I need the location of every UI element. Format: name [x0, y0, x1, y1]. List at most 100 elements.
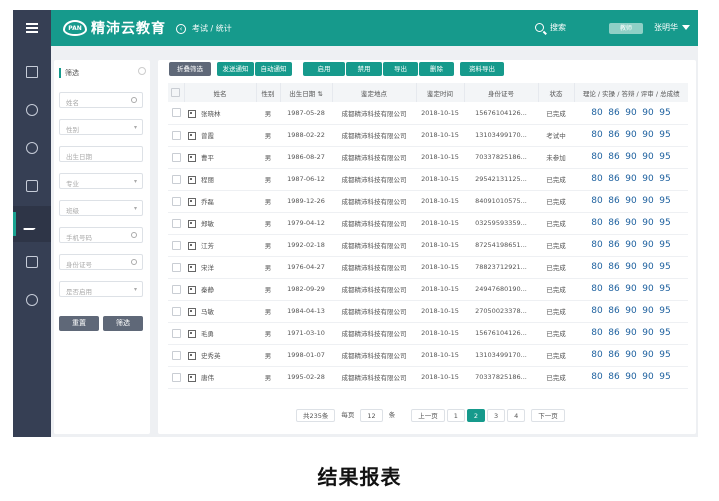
page-4[interactable]: 4 [507, 409, 526, 422]
top-search[interactable]: 搜索 [535, 22, 566, 33]
row-checkbox-cell[interactable] [168, 212, 184, 235]
nav-settings[interactable] [13, 282, 51, 318]
row-checkbox-cell[interactable] [168, 234, 184, 257]
row-checkbox[interactable] [171, 240, 181, 250]
row-checkbox-cell[interactable] [168, 102, 184, 125]
row-checkbox[interactable] [171, 152, 181, 162]
qr-code-icon[interactable] [188, 330, 196, 338]
table-row[interactable]: 马敏 男 1984-04-13 成都精沛科技有限公司 2018-10-15 2705002… [168, 300, 688, 323]
auto-notice-button[interactable]: 自动通知 [255, 62, 292, 76]
row-checkbox[interactable] [171, 130, 181, 140]
nav-user[interactable] [13, 92, 51, 128]
table-row[interactable]: 乔磊 男 1989-12-26 成都精沛科技有限公司 2018-10-15 8409101… [168, 190, 688, 213]
table-row[interactable]: 程丽 男 1987-06-12 成都精沛科技有限公司 2018-10-15 2954213… [168, 168, 688, 191]
qr-code-icon[interactable] [188, 374, 196, 382]
row-checkbox[interactable] [171, 174, 181, 184]
phone-field[interactable]: 手机号码 [59, 227, 143, 243]
row-checkbox-cell[interactable] [168, 124, 184, 147]
table-row[interactable]: 史秀英 男 1998-01-07 成都精沛科技有限公司 2018-10-15 131034… [168, 344, 688, 367]
row-checkbox-cell[interactable] [168, 366, 184, 389]
table-row[interactable]: 宋洋 男 1976-04-27 成都精沛科技有限公司 2018-10-15 7882371… [168, 256, 688, 279]
qr-code-icon[interactable] [188, 154, 196, 162]
nav-edit[interactable] [13, 206, 51, 242]
table-row[interactable]: 郑敏 男 1979-04-12 成都精沛科技有限公司 2018-10-15 0325959… [168, 212, 688, 235]
row-checkbox[interactable] [171, 218, 181, 228]
qr-code-icon[interactable] [188, 198, 196, 206]
header-birth[interactable]: 出生日期 ⇅ [280, 83, 333, 102]
table-row[interactable]: 秦静 男 1982-09-29 成都精沛科技有限公司 2018-10-15 2494768… [168, 278, 688, 301]
qr-code-icon[interactable] [188, 242, 196, 250]
menu-button[interactable] [13, 10, 51, 46]
page-2[interactable]: 2 [466, 409, 485, 422]
qr-code-icon[interactable] [188, 264, 196, 272]
row-checkbox[interactable] [171, 108, 181, 118]
table-row[interactable]: 曾霞 男 1988-02-22 成都精沛科技有限公司 2018-10-15 1310349… [168, 124, 688, 147]
row-checkbox[interactable] [171, 306, 181, 316]
table-row[interactable]: 曹平 男 1986-08-27 成都精沛科技有限公司 2018-10-15 7033782… [168, 146, 688, 169]
delete-button[interactable]: 删除 [419, 62, 454, 76]
name-field[interactable]: 姓名 [59, 92, 143, 108]
collapse-filter-button[interactable]: 折叠筛选 [169, 62, 211, 76]
field-placeholder: 班级 [66, 207, 79, 215]
birth-cell: 1989-12-26 [280, 190, 332, 213]
next-page-button[interactable]: 下一页 [531, 409, 565, 422]
prev-page-button[interactable]: 上一页 [411, 409, 445, 422]
row-checkbox-cell[interactable] [168, 300, 184, 323]
user-menu[interactable]: 张明华 [654, 22, 690, 33]
class-select[interactable]: 班级 ▾ [59, 200, 143, 216]
nav-message[interactable] [13, 244, 51, 280]
row-checkbox[interactable] [171, 328, 181, 338]
qr-code-icon[interactable] [188, 220, 196, 228]
row-checkbox[interactable] [171, 284, 181, 294]
row-checkbox[interactable] [171, 372, 181, 382]
filter-button[interactable]: 筛选 [103, 316, 143, 331]
qr-code-icon[interactable] [188, 176, 196, 184]
reset-button[interactable]: 重置 [59, 316, 99, 331]
per-page-label: 每页 [337, 409, 359, 422]
enabled-select[interactable]: 是否启用 ▾ [59, 281, 143, 297]
page-3[interactable]: 3 [486, 409, 506, 422]
nav-document[interactable] [13, 168, 51, 204]
qr-code-icon[interactable] [188, 352, 196, 360]
row-checkbox-cell[interactable] [168, 168, 184, 191]
table-row[interactable]: 毛勇 男 1971-03-10 成都精沛科技有限公司 2018-10-15 1567610… [168, 322, 688, 345]
row-checkbox-cell[interactable] [168, 190, 184, 213]
qr-code-icon[interactable] [188, 308, 196, 316]
per-page-input[interactable]: 12 [360, 409, 383, 422]
back-icon[interactable]: ‹ [176, 23, 186, 34]
help-icon[interactable] [138, 67, 146, 75]
gender-select[interactable]: 性别 ▾ [59, 119, 143, 135]
row-checkbox-cell[interactable] [168, 322, 184, 345]
table-row[interactable]: 江芳 男 1992-02-18 成都精沛科技有限公司 2018-10-15 8725419… [168, 234, 688, 257]
major-select[interactable]: 专业 ▾ [59, 173, 143, 189]
row-checkbox-cell[interactable] [168, 278, 184, 301]
sort-icon[interactable]: ⇅ [317, 90, 322, 98]
birth-date-field[interactable]: 出生日期 [59, 146, 143, 162]
id-number-field[interactable]: 身份证号 [59, 254, 143, 270]
row-checkbox-cell[interactable] [168, 146, 184, 169]
qr-code-icon[interactable] [188, 109, 196, 118]
scores-cell: 80 86 90 90 95 [574, 366, 688, 389]
table-row[interactable]: 张晓林 男 1987-05-28 成都精沛科技有限公司 2018-10-15 156761… [168, 102, 688, 125]
student-name: 张晓林 [201, 109, 221, 118]
row-checkbox-cell[interactable] [168, 344, 184, 367]
select-all-cell[interactable] [168, 83, 185, 102]
status-cell: 已完成 [538, 102, 574, 125]
page-1[interactable]: 1 [446, 409, 465, 422]
row-checkbox-cell[interactable] [168, 256, 184, 279]
nav-user-add[interactable] [13, 130, 51, 166]
row-checkbox[interactable] [171, 262, 181, 272]
qr-code-icon[interactable] [188, 132, 196, 140]
export-data-button[interactable]: 资料导出 [460, 62, 504, 76]
disable-button[interactable]: 禁用 [346, 62, 382, 76]
select-all-checkbox[interactable] [171, 88, 181, 97]
send-notice-button[interactable]: 发送通知 [217, 62, 254, 76]
score-value: 90 [642, 196, 654, 206]
nav-home[interactable] [13, 54, 51, 90]
row-checkbox[interactable] [171, 196, 181, 206]
qr-code-icon[interactable] [188, 286, 196, 294]
table-row[interactable]: 唐伟 男 1995-02-28 成都精沛科技有限公司 2018-10-15 7033782… [168, 366, 688, 389]
enable-button[interactable]: 启用 [303, 62, 345, 76]
export-button[interactable]: 导出 [383, 62, 418, 76]
row-checkbox[interactable] [171, 350, 181, 360]
